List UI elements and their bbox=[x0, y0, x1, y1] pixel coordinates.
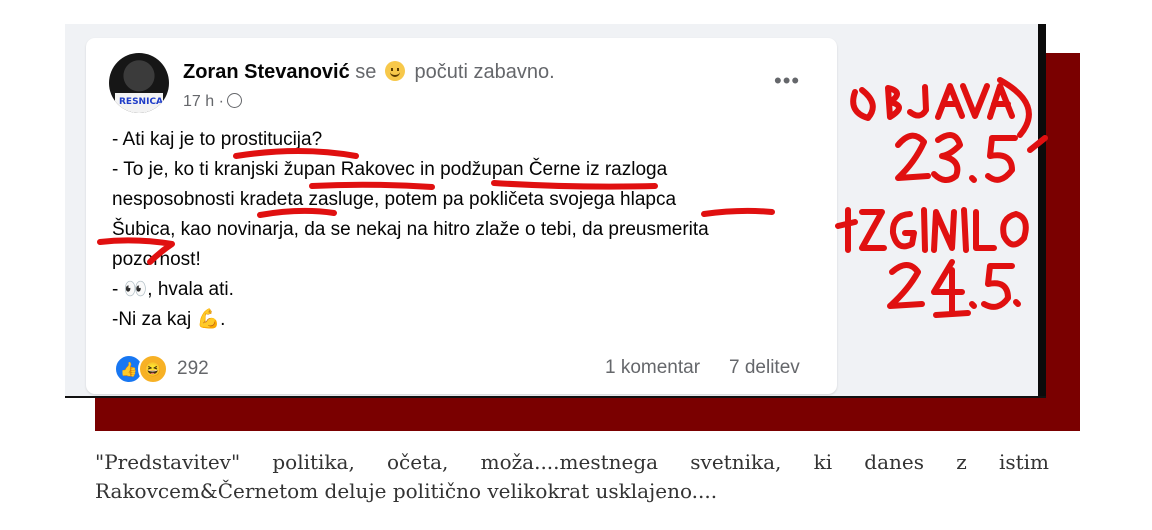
avatar-shirt-logo: RESNICA bbox=[119, 97, 164, 107]
post-text: - Ati kaj je to prostitucija? - To je, k… bbox=[112, 125, 822, 335]
globe-icon bbox=[226, 93, 242, 108]
screenshot-bottom-edge bbox=[65, 396, 1046, 398]
caption-text: "Predstavitev" politika, očeta, moža....… bbox=[95, 450, 1049, 503]
feeling-text: počuti zabavno. bbox=[414, 61, 555, 83]
post-line: - 👀, hvala ati. bbox=[112, 279, 234, 300]
haha-reaction-icon: 😆 bbox=[138, 354, 168, 384]
shares-link[interactable]: 7 delitev bbox=[729, 357, 800, 379]
post-line: Šubica, kao novinarja, da se nekaj na hi… bbox=[112, 219, 709, 240]
post-header: Zoran Stevanović se počuti zabavno. bbox=[183, 58, 555, 84]
post-timestamp[interactable]: 17 h · bbox=[183, 91, 242, 111]
post-line: - To je, ko ti kranjski župan Rakovec in… bbox=[112, 159, 668, 180]
author-name[interactable]: Zoran Stevanović bbox=[183, 61, 350, 83]
screenshot-edge bbox=[1038, 24, 1046, 398]
reaction-count[interactable]: 292 bbox=[177, 358, 209, 380]
comments-link[interactable]: 1 komentar bbox=[605, 357, 700, 379]
post-line: -Ni za kaj 💪. bbox=[112, 309, 226, 330]
post-line: - Ati kaj je to prostitucija? bbox=[112, 129, 323, 150]
smiley-icon bbox=[384, 61, 405, 81]
feeling-prefix: se bbox=[355, 61, 377, 83]
timestamp-text: 17 h · bbox=[183, 93, 224, 110]
post-line: pozornost! bbox=[112, 249, 201, 270]
avatar[interactable]: RESNICA bbox=[109, 53, 169, 113]
more-options-icon[interactable]: ••• bbox=[774, 68, 800, 94]
post-line: nesposobnosti kradeta zasluge, potem pa … bbox=[112, 189, 677, 210]
